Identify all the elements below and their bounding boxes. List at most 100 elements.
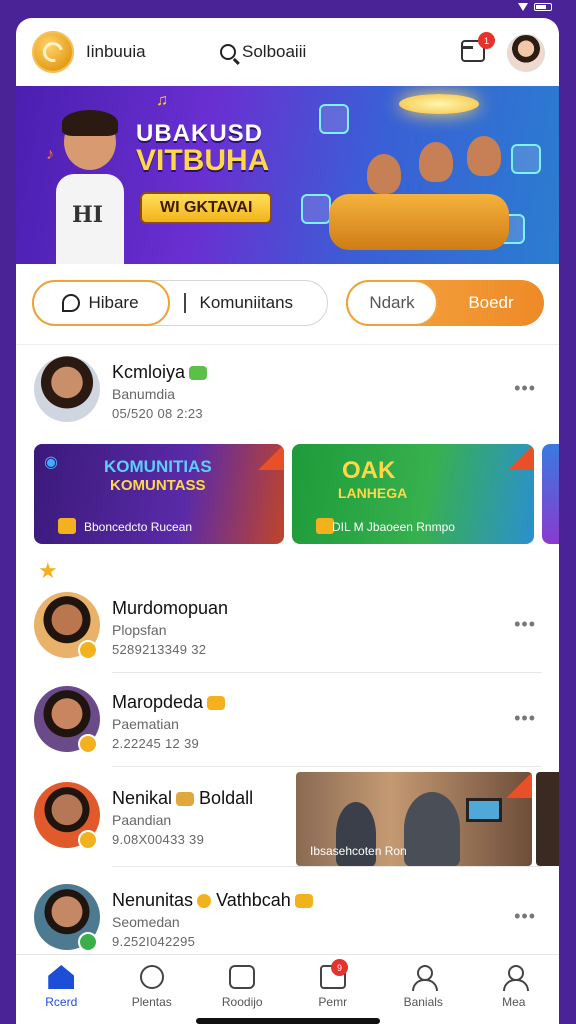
profile-avatar[interactable] — [507, 34, 545, 72]
list-item[interactable]: Maropdeda Paematian 2.22245 12 39 ••• — [34, 686, 542, 758]
tab-komunitas[interactable]: Komuniitans — [200, 293, 294, 313]
list-item[interactable]: Kcmloiya Banumdia 05/520 08 2:23 ••• — [34, 356, 542, 428]
avatar — [34, 356, 100, 422]
list-item-number: 05/520 08 2:23 — [112, 406, 203, 421]
divider — [112, 672, 542, 673]
search-icon: ◉ — [44, 454, 58, 471]
search-label: Solboaiii — [242, 42, 307, 61]
divider — [112, 866, 542, 867]
bottom-nav: Rcerd Plentas Roodijo 9 Pemr Banials Mea — [16, 954, 559, 1024]
tab-hibare-label: Hibare — [88, 293, 139, 312]
gift-icon — [58, 518, 76, 534]
promo-title-1: OAK — [342, 457, 396, 484]
hero-headline: UBAKUSD VITBUHA — [136, 122, 269, 176]
inbox-badge: 1 — [478, 32, 495, 49]
nav-item-roodijo[interactable]: Roodijo — [197, 955, 288, 1024]
list-item-name: Kcmloiya — [112, 362, 208, 383]
hero-boy-illustration: HI — [44, 110, 140, 264]
video-thumbnail[interactable] — [536, 772, 559, 866]
promo-footer: DIL M Jbaoeen Rnmpo — [332, 520, 455, 534]
nav-label: Roodijo — [221, 995, 263, 1009]
list-item[interactable]: Murdomopuan Plopsfan 5289213349 32 ••• — [34, 592, 542, 664]
hero-kids-illustration — [289, 94, 541, 262]
list-item-subtitle: Paandian — [112, 812, 172, 828]
toggle-option-ndark[interactable]: Ndark — [346, 280, 438, 326]
promo-title-1: KOMUNITIAS — [104, 457, 212, 476]
verified-icon — [189, 366, 208, 381]
list-item[interactable]: Nenunitas Vathbcah Seomedan 9.252I042295… — [34, 884, 542, 956]
ribbon-badge — [508, 444, 534, 470]
promo-card[interactable]: OAK LANHEGA DIL M Jbaoeen Rnmpo — [292, 444, 534, 544]
nav-item-home[interactable]: Rcerd — [16, 955, 107, 1024]
promo-title-2: KOMUNTASS — [110, 477, 206, 494]
hero-cta-button[interactable]: WI GKTAVAI — [140, 192, 273, 224]
nav-item-banials[interactable]: Banials — [378, 955, 469, 1024]
music-note-icon: ♫ — [156, 92, 168, 109]
ribbon-badge — [258, 444, 284, 470]
nav-item-mea[interactable]: Mea — [469, 955, 560, 1024]
mode-toggle: Ndark Boedr — [346, 280, 544, 326]
nav-label: Plentas — [131, 995, 172, 1009]
promo-footer: Bboncedcto Rucean — [84, 520, 193, 534]
star-icon: ★ — [38, 558, 58, 583]
app-screen: Iinbuuia Solboaiii 1 ♫ ♪ HI UBAKUSD VITB… — [16, 18, 559, 1024]
ribbon-badge — [506, 772, 532, 798]
list-item-subtitle: Seomedan — [112, 914, 180, 930]
battery-icon — [534, 3, 552, 11]
list-item-number: 5289213349 32 — [112, 642, 207, 657]
status-bar — [518, 0, 552, 14]
toggle-option-boedr[interactable]: Boedr — [438, 293, 544, 313]
hero-headline-line-2: VITBUHA — [136, 144, 270, 177]
nav-label: Banials — [403, 995, 443, 1009]
message-badge: 9 — [331, 959, 348, 976]
search-button[interactable]: Solboaiii — [220, 42, 306, 62]
inbox-button[interactable]: 1 — [461, 32, 495, 62]
hero-banner[interactable]: ♫ ♪ HI UBAKUSD VITBUHA WI GKTAVAI — [16, 86, 559, 264]
level-badge-icon — [78, 932, 98, 952]
list-item-name: Murdomopuan — [112, 598, 229, 618]
list-item-number: 9.08X00433 39 — [112, 832, 205, 847]
more-options-icon[interactable]: ••• — [514, 708, 536, 729]
nav-label: Rcerd — [45, 995, 78, 1009]
divider — [112, 766, 542, 767]
list-item-number: 2.22245 12 39 — [112, 736, 200, 751]
level-badge-icon — [78, 640, 98, 660]
emoji-icon — [197, 894, 212, 909]
video-caption: Ibsasehcoten Ron — [310, 844, 407, 858]
list-item-subtitle: Paematian — [112, 716, 179, 732]
list-item-subtitle: Banumdia — [112, 386, 176, 402]
video-thumbnail[interactable]: Ibsasehcoten Ron — [296, 772, 532, 866]
promo-card[interactable] — [542, 444, 559, 544]
more-options-icon[interactable]: ••• — [514, 614, 536, 635]
nav-label: Mea — [502, 995, 526, 1009]
room-icon — [229, 965, 256, 989]
more-options-icon[interactable]: ••• — [514, 906, 536, 927]
list-item-name: Nenikal Boldall — [112, 788, 254, 808]
list-item-number: 9.252I042295 — [112, 934, 196, 949]
nav-item-plentas[interactable]: Plentas — [107, 955, 198, 1024]
signal-icon — [518, 3, 528, 11]
level-badge-icon — [78, 734, 98, 754]
list-item-name: Nenunitas Vathbcah — [112, 890, 313, 911]
app-logo-icon[interactable] — [32, 31, 74, 73]
promo-card[interactable]: ◉ KOMUNITIAS KOMUNTASS Bboncedcto Rucean — [34, 444, 284, 544]
nav-item-pemr[interactable]: 9 Pemr — [288, 955, 379, 1024]
tv-icon — [466, 798, 502, 822]
promo-title-2: LANHEGA — [338, 485, 408, 501]
profile-icon — [502, 965, 529, 991]
promo-carousel[interactable]: ◉ KOMUNITIAS KOMUNTASS Bboncedcto Rucean… — [34, 444, 559, 544]
level-badge-icon — [78, 830, 98, 850]
tab-hibare[interactable]: Hibare — [31, 280, 170, 326]
nav-label: Pemr — [318, 995, 348, 1009]
emoji-icon — [176, 792, 195, 807]
app-title: Iinbuuia — [86, 42, 146, 61]
discover-icon — [139, 965, 164, 989]
list-item-name: Maropdeda — [112, 692, 226, 713]
tab-controls: Hibare Komuniitans Ndark Boedr — [31, 280, 544, 326]
home-indicator — [196, 1018, 380, 1024]
segment-group-main: Hibare Komuniitans — [31, 280, 328, 326]
more-options-icon[interactable]: ••• — [514, 378, 536, 399]
emoji-icon — [294, 894, 313, 909]
emoji-icon — [207, 696, 226, 711]
hero-headline-line-1: UBAKUSD — [136, 120, 263, 147]
